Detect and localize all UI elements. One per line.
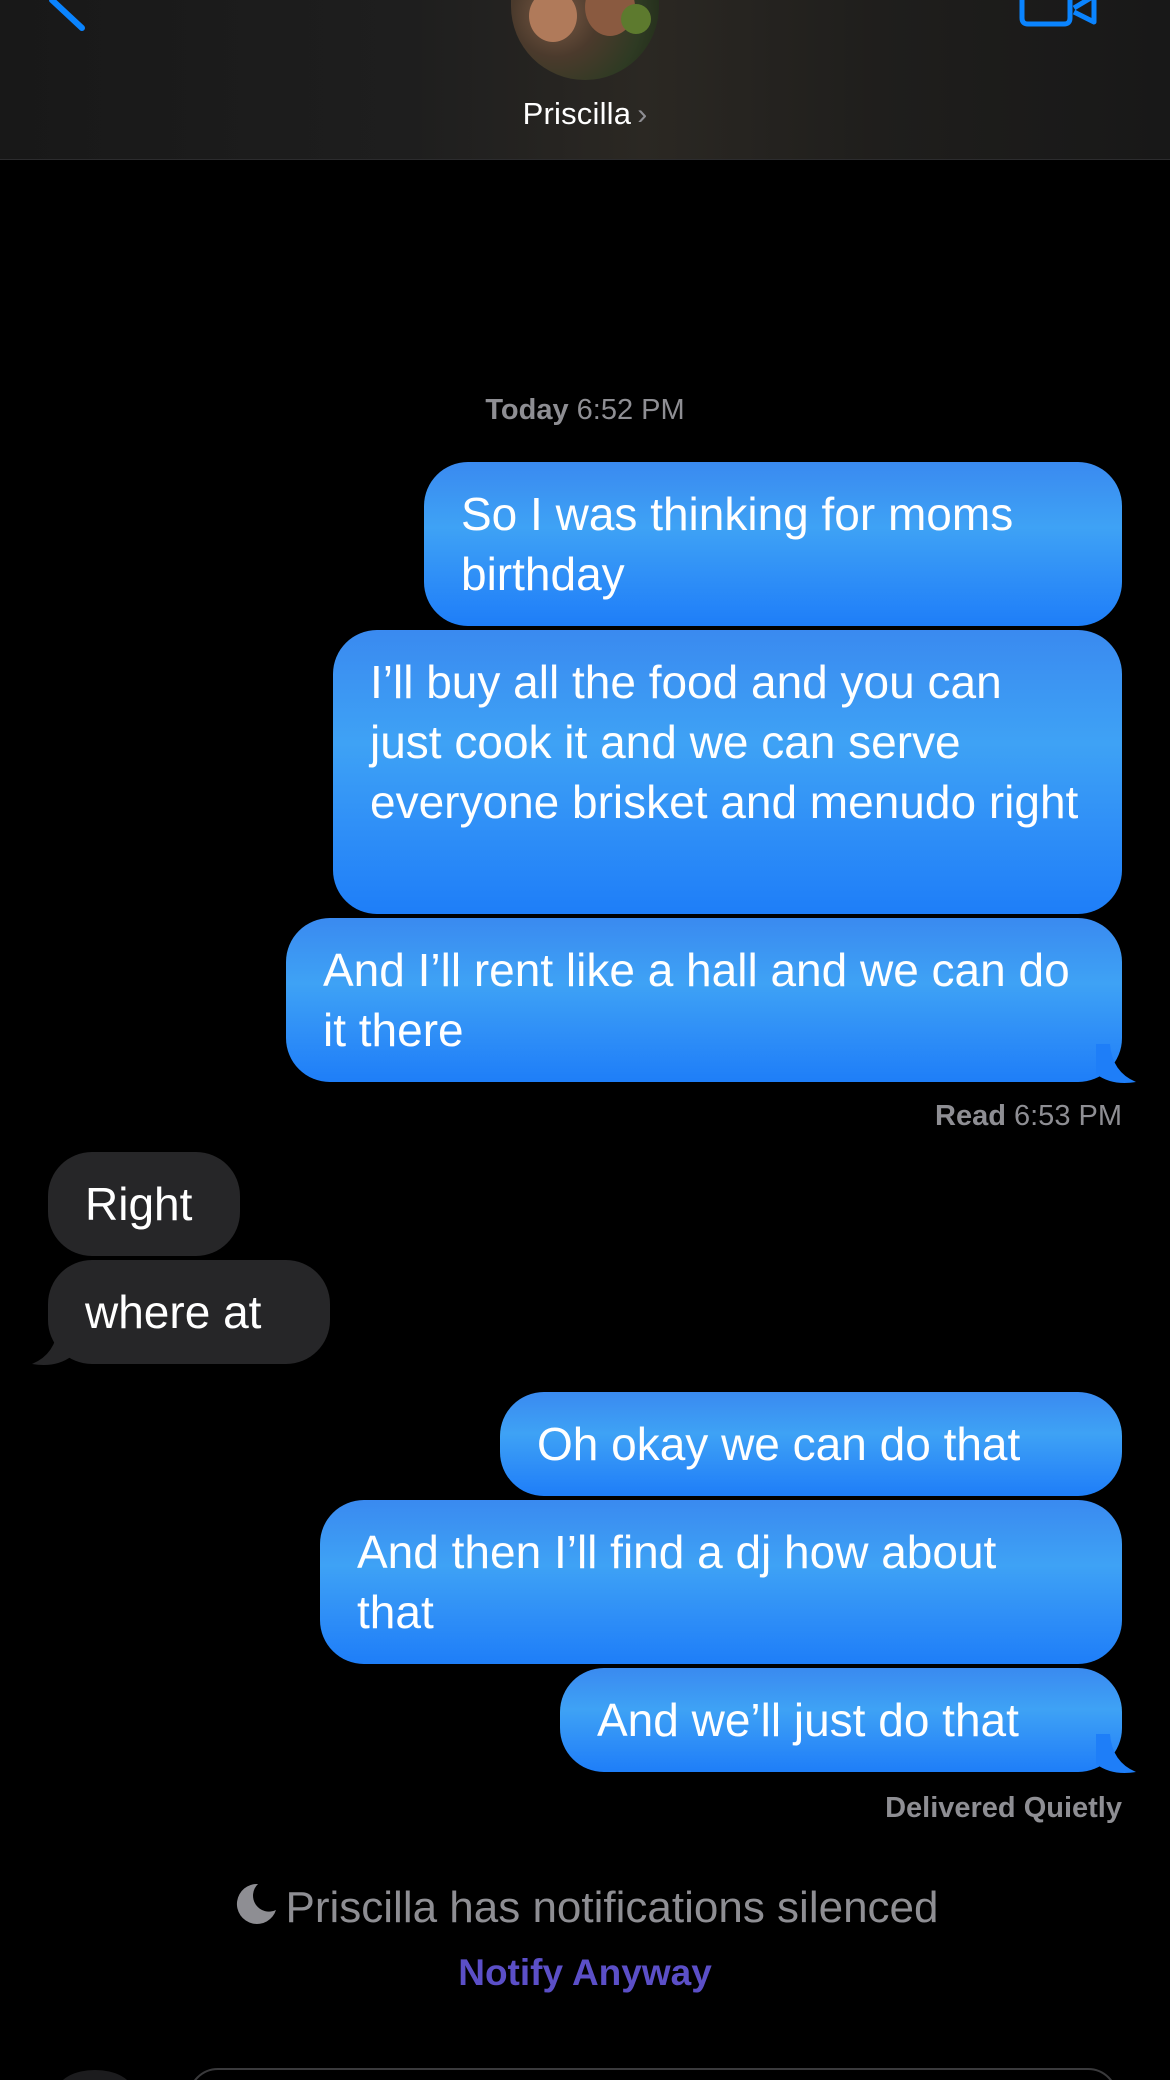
message-text: And we’ll just do that <box>597 1694 1019 1746</box>
notifications-silenced-notice: Priscilla has notifications silenced <box>0 1880 1170 1933</box>
outgoing-message[interactable]: And I’ll rent like a hall and we can do … <box>286 918 1122 1082</box>
message-text: And then I’ll find a dj how about that <box>357 1526 997 1638</box>
bubble-tail <box>32 1326 72 1365</box>
incoming-message[interactable]: where at <box>48 1260 330 1364</box>
timestamp-time: 6:52 PM <box>576 394 685 426</box>
apps-button[interactable] <box>58 2070 132 2080</box>
read-time: 6:53 PM <box>1014 1100 1122 1132</box>
video-camera-icon[interactable] <box>1012 0 1102 30</box>
bubble-tail <box>1096 1734 1136 1773</box>
chevron-left-icon[interactable] <box>40 0 100 40</box>
compose-bar <box>0 2066 1170 2080</box>
outgoing-message[interactable]: And we’ll just do that <box>560 1668 1122 1772</box>
contact-name-button[interactable]: Priscilla › <box>0 96 1170 132</box>
notify-anyway-button[interactable]: Notify Anyway <box>0 1952 1170 1994</box>
outgoing-message[interactable]: Oh okay we can do that <box>500 1392 1122 1496</box>
read-receipt: Read 6:53 PM <box>935 1100 1122 1133</box>
conversation-header: Priscilla › <box>0 0 1170 160</box>
message-text: And I’ll rent like a hall and we can do … <box>323 944 1070 1056</box>
message-text: where at <box>85 1286 262 1338</box>
messages-screen: Priscilla › Today 6:52 PM So I was thinki… <box>0 0 1170 2080</box>
message-input[interactable] <box>188 2068 1118 2080</box>
message-text: Oh okay we can do that <box>537 1418 1021 1470</box>
conversation-timestamp: Today 6:52 PM <box>0 394 1170 427</box>
delivery-status: Delivered Quietly <box>885 1792 1122 1824</box>
contact-avatar[interactable] <box>511 0 659 80</box>
bubble-tail <box>1096 1044 1136 1083</box>
message-text: Right <box>85 1178 193 1230</box>
chevron-right-icon: › <box>637 98 648 131</box>
incoming-message[interactable]: Right <box>48 1152 240 1256</box>
read-label: Read <box>935 1100 1006 1132</box>
silenced-text: Priscilla has notifications silenced <box>285 1883 939 1932</box>
moon-icon <box>236 1883 276 1924</box>
message-text: So I was thinking for moms birthday <box>461 488 1014 600</box>
outgoing-message[interactable]: I’ll buy all the food and you can just c… <box>333 630 1122 914</box>
contact-name-label: Priscilla <box>522 96 632 131</box>
outgoing-message[interactable]: And then I’ll find a dj how about that <box>320 1500 1122 1664</box>
timestamp-day: Today <box>485 394 569 426</box>
message-text: I’ll buy all the food and you can just c… <box>370 656 1079 828</box>
outgoing-message[interactable]: So I was thinking for moms birthday <box>424 462 1122 626</box>
